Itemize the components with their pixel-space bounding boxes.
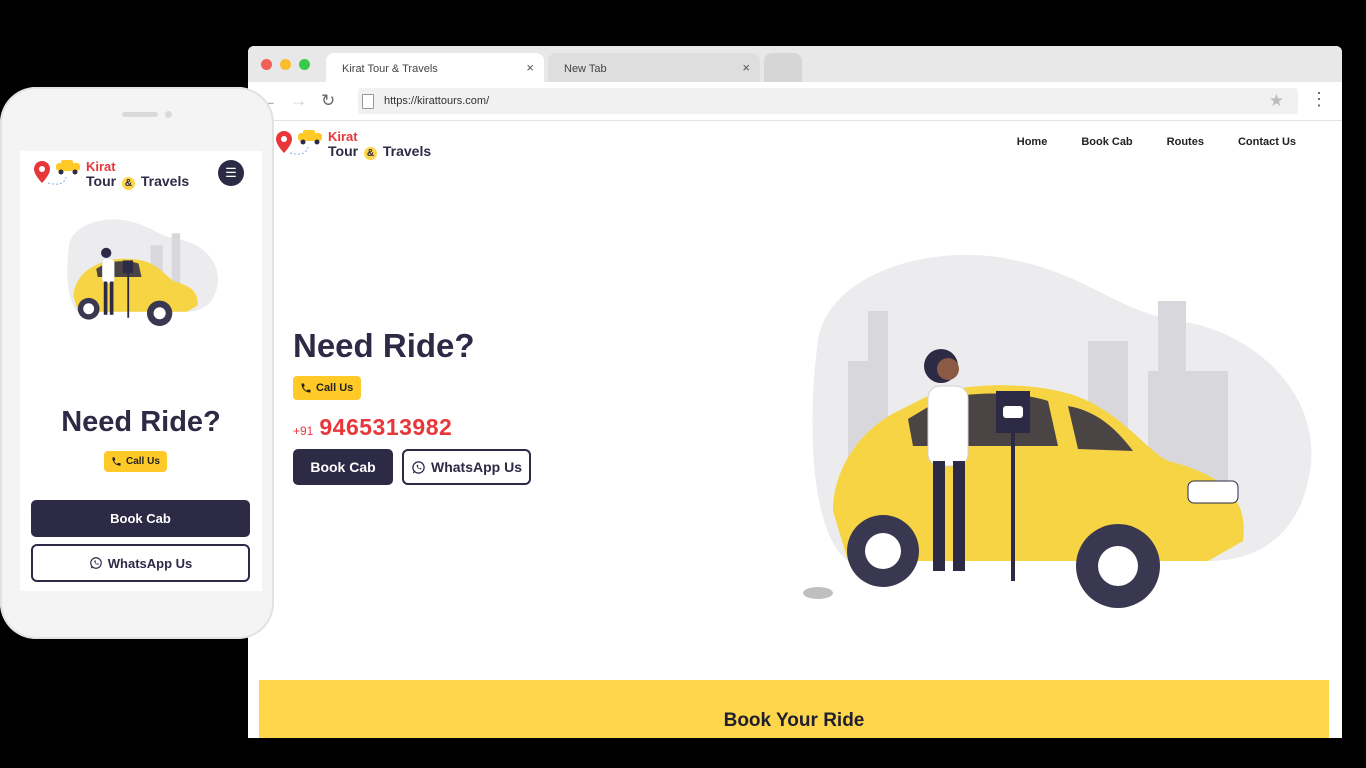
mobile-logo-text-tour-travels: Tour & Travels: [86, 173, 189, 190]
reload-icon[interactable]: ↻: [321, 91, 335, 111]
hero-taxi-illustration: [803, 254, 1312, 608]
whatsapp-button[interactable]: WhatsApp Us: [402, 449, 531, 485]
mobile-logo-word-tour: Tour: [86, 173, 117, 189]
mobile-call-us-label: Call Us: [126, 456, 160, 467]
hero-title: Need Ride?: [293, 327, 475, 364]
tab-label: New Tab: [564, 63, 607, 75]
nav-contact-us[interactable]: Contact Us: [1238, 136, 1296, 148]
whatsapp-icon: [89, 557, 102, 569]
new-tab-button[interactable]: [764, 53, 802, 82]
phone-speaker: [122, 112, 158, 117]
phone-digits: 9465313982: [319, 414, 453, 440]
browser-window: Kirat Tour & Travels × New Tab × ← → ↻ h…: [248, 46, 1342, 738]
phone-number[interactable]: +91 9465313982: [293, 414, 452, 441]
forward-arrow-icon[interactable]: →: [290, 91, 307, 111]
mobile-logo-ampersand: &: [121, 177, 135, 190]
mobile-logo-word-travels: Travels: [140, 173, 190, 189]
kebab-menu-icon[interactable]: ⋮: [1310, 90, 1328, 108]
country-code: +91: [293, 424, 314, 438]
call-us-button[interactable]: Call Us: [293, 376, 362, 400]
mobile-whatsapp-button[interactable]: WhatsApp Us: [31, 544, 250, 582]
mobile-hero-illustration: [67, 219, 219, 326]
logo-word-tour: Tour: [328, 143, 359, 159]
tab-bar: Kirat Tour & Travels × New Tab ×: [248, 46, 1342, 82]
tab-close-icon[interactable]: ×: [742, 60, 750, 75]
logo-text-kirat: Kirat: [328, 129, 358, 144]
page-icon: [362, 94, 374, 109]
site-logo[interactable]: Kirat Tour & Travels: [276, 129, 431, 164]
url-text[interactable]: https://kirattours.com/: [384, 95, 489, 107]
main-nav: Home Book Cab Routes Contact Us: [1017, 136, 1296, 148]
book-cab-button[interactable]: Book Cab: [293, 449, 393, 485]
phone-icon: [301, 383, 311, 393]
phone-icon: [112, 457, 121, 466]
mobile-logo-text-kirat: Kirat: [86, 159, 116, 174]
mobile-hero-title: Need Ride?: [61, 406, 221, 438]
phone-screen: Kirat Tour & Travels ☰ Need Ride? Call U…: [20, 151, 262, 591]
website: Kirat Tour & Travels Home Book Cab Route…: [248, 121, 1342, 738]
logo-ampersand: &: [363, 147, 377, 160]
star-icon[interactable]: ★: [1269, 91, 1284, 111]
mobile-logo-graphic: [34, 160, 80, 185]
mobile-whatsapp-label: WhatsApp Us: [107, 555, 193, 571]
window-minimize-dot[interactable]: [280, 59, 291, 70]
logo-graphic: [276, 130, 322, 155]
whatsapp-icon: [412, 460, 425, 474]
mobile-book-cab-button[interactable]: Book Cab: [31, 500, 250, 537]
mobile-call-us-button[interactable]: Call Us: [104, 451, 167, 472]
tab-close-icon[interactable]: ×: [526, 60, 534, 75]
tab-kirat-tour[interactable]: Kirat Tour & Travels ×: [326, 53, 544, 82]
mobile-site-logo[interactable]: Kirat Tour & Travels: [34, 159, 189, 194]
nav-home[interactable]: Home: [1017, 136, 1048, 148]
phone-mockup: Kirat Tour & Travels ☰ Need Ride? Call U…: [0, 87, 274, 639]
address-bar: ← → ↻ https://kirattours.com/ ★ ⋮: [248, 82, 1342, 121]
call-us-label: Call Us: [316, 382, 354, 394]
tab-new-tab[interactable]: New Tab ×: [548, 53, 760, 82]
url-field[interactable]: https://kirattours.com/ ★: [358, 88, 1298, 114]
phone-camera: [165, 111, 172, 118]
nav-book-cab[interactable]: Book Cab: [1081, 136, 1132, 148]
tab-label: Kirat Tour & Travels: [342, 63, 438, 75]
hamburger-icon[interactable]: ☰: [218, 160, 244, 186]
book-your-ride-title: Book Your Ride: [723, 710, 865, 731]
nav-routes[interactable]: Routes: [1167, 136, 1204, 148]
whatsapp-label: WhatsApp Us: [431, 459, 522, 475]
window-close-dot[interactable]: [261, 59, 272, 70]
logo-word-travels: Travels: [382, 143, 432, 159]
window-maximize-dot[interactable]: [299, 59, 310, 70]
book-your-ride-section: Book Your Ride: [259, 680, 1329, 738]
logo-text-tour-travels: Tour & Travels: [328, 143, 431, 160]
